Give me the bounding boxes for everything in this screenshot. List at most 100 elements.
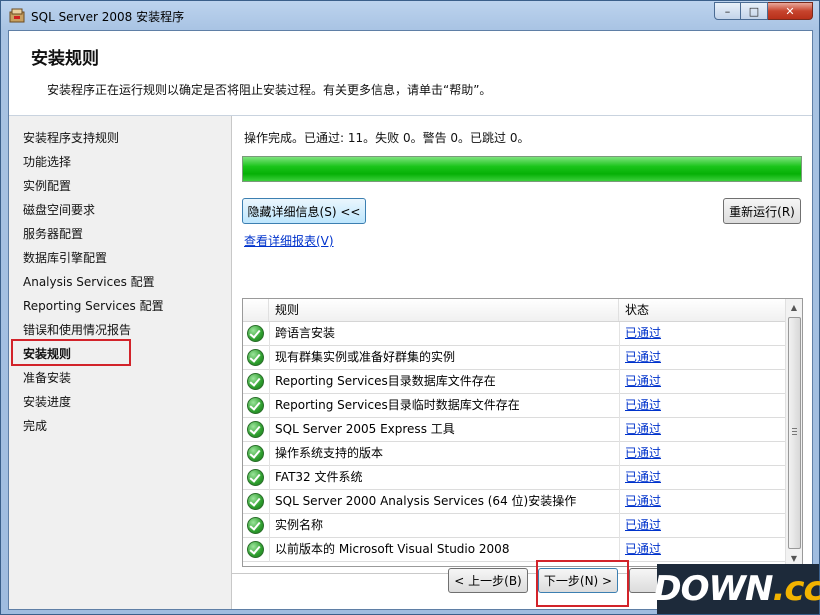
close-icon: ✕ (785, 4, 795, 18)
passed-check-icon (247, 493, 264, 510)
passed-check-icon (247, 445, 264, 462)
rule-name: SQL Server 2005 Express 工具 (275, 422, 455, 436)
rule-status-link[interactable]: 已通过 (625, 418, 661, 441)
cell-divider (619, 418, 620, 442)
rule-status-link[interactable]: 已通过 (625, 514, 661, 537)
rule-name: 实例名称 (275, 518, 324, 532)
watermark-accent: .cc (772, 569, 820, 609)
icon-column-header[interactable] (243, 299, 269, 321)
scroll-up-icon[interactable]: ▲ (786, 299, 802, 315)
cell-divider (269, 418, 270, 442)
sidebar-item-install-progress[interactable]: 安装进度 (23, 392, 71, 412)
passed-check-icon (247, 325, 264, 342)
hide-details-button[interactable]: 隐藏详细信息(S) << (242, 198, 366, 224)
sidebar-item-disk-space[interactable]: 磁盘空间要求 (23, 200, 95, 220)
cell-divider (269, 466, 270, 490)
back-button[interactable]: < 上一步(B) (448, 568, 528, 593)
column-header-status[interactable]: 状态 (619, 299, 786, 321)
page-title: 安装规则 (31, 49, 99, 69)
cell-divider (269, 370, 270, 394)
sidebar-item-analysis-services[interactable]: Analysis Services 配置 (23, 272, 155, 292)
operation-status: 操作完成。已通过: 11。失败 0。警告 0。已跳过 0。 (244, 131, 530, 145)
next-button-highlight (536, 560, 629, 607)
table-row[interactable]: SQL Server 2005 Express 工具 已通过 (243, 418, 786, 442)
rule-name: 跨语言安装 (275, 326, 336, 340)
minimize-icon: – (724, 4, 731, 18)
passed-check-icon (247, 517, 264, 534)
passed-check-icon (247, 469, 264, 486)
rule-name: 操作系统支持的版本 (275, 446, 384, 460)
cell-divider (269, 514, 270, 538)
close-button[interactable]: ✕ (768, 2, 813, 20)
cell-divider (619, 394, 620, 418)
rule-status-link[interactable]: 已通过 (625, 394, 661, 417)
table-row[interactable]: Reporting Services目录数据库文件存在 已通过 (243, 370, 786, 394)
page-description: 安装程序正在运行规则以确定是否将阻止安装过程。有关更多信息，请单击“帮助”。 (47, 83, 492, 97)
watermark-main: DOWN (653, 569, 773, 609)
maximize-button[interactable]: □ (741, 2, 768, 20)
sidebar-item-ready-to-install[interactable]: 准备安装 (23, 368, 71, 388)
installer-window: SQL Server 2008 安装程序 – □ ✕ 安装规则 安装程序正在运行… (0, 0, 820, 615)
sql-server-setup-icon (9, 8, 25, 23)
rule-status-link[interactable]: 已通过 (625, 538, 661, 561)
rule-status-link[interactable]: 已通过 (625, 490, 661, 513)
cell-divider (269, 490, 270, 514)
table-row[interactable]: 现有群集实例或准备好群集的实例 已通过 (243, 346, 786, 370)
table-row[interactable]: 以前版本的 Microsoft Visual Studio 2008 已通过 (243, 538, 786, 562)
table-row[interactable]: 实例名称 已通过 (243, 514, 786, 538)
rule-status-link[interactable]: 已通过 (625, 322, 661, 345)
rule-status-link[interactable]: 已通过 (625, 466, 661, 489)
vertical-scrollbar[interactable]: ▲ ▼ (785, 299, 802, 566)
table-row[interactable]: 跨语言安装 已通过 (243, 322, 786, 346)
active-step-highlight (11, 339, 131, 366)
passed-check-icon (247, 421, 264, 438)
table-row[interactable]: SQL Server 2000 Analysis Services (64 位)… (243, 490, 786, 514)
rerun-button[interactable]: 重新运行(R) (723, 198, 801, 224)
sidebar-item-instance-configuration[interactable]: 实例配置 (23, 176, 71, 196)
table-row[interactable]: FAT32 文件系统 已通过 (243, 466, 786, 490)
minimize-button[interactable]: – (714, 2, 741, 20)
passed-check-icon (247, 349, 264, 366)
scroll-thumb[interactable] (788, 317, 801, 549)
rule-name: 现有群集实例或准备好群集的实例 (275, 350, 456, 364)
sidebar-item-setup-support-rules[interactable]: 安装程序支持规则 (23, 128, 119, 148)
title-bar[interactable]: SQL Server 2008 安装程序 – □ ✕ (1, 1, 819, 29)
sidebar-item-feature-selection[interactable]: 功能选择 (23, 152, 71, 172)
cell-divider (269, 442, 270, 466)
passed-check-icon (247, 397, 264, 414)
caption-buttons: – □ ✕ (714, 2, 813, 21)
sidebar-item-reporting-services[interactable]: Reporting Services 配置 (23, 296, 164, 316)
rule-status-link[interactable]: 已通过 (625, 346, 661, 369)
main-panel: 操作完成。已通过: 11。失败 0。警告 0。已跳过 0。 隐藏详细信息(S) … (232, 116, 812, 609)
page-body: 安装程序支持规则 功能选择 实例配置 磁盘空间要求 服务器配置 数据库引擎配置 … (9, 116, 812, 609)
sidebar-item-server-configuration[interactable]: 服务器配置 (23, 224, 83, 244)
progress-fill (243, 157, 801, 181)
rule-name: 以前版本的 Microsoft Visual Studio 2008 (275, 542, 510, 556)
progress-bar (242, 156, 802, 182)
cell-divider (619, 466, 620, 490)
rule-name: SQL Server 2000 Analysis Services (64 位)… (275, 494, 577, 508)
sidebar-item-error-reporting[interactable]: 错误和使用情况报告 (23, 320, 131, 340)
table-row[interactable]: Reporting Services目录临时数据库文件存在 已通过 (243, 394, 786, 418)
passed-check-icon (247, 541, 264, 558)
rule-status-link[interactable]: 已通过 (625, 442, 661, 465)
page-header: 安装规则 安装程序正在运行规则以确定是否将阻止安装过程。有关更多信息，请单击“帮… (9, 31, 812, 116)
watermark-logo: DOWN.cc (653, 564, 820, 614)
view-detailed-report-link[interactable]: 查看详细报表(V) (244, 232, 334, 249)
table-row[interactable]: 操作系统支持的版本 已通过 (243, 442, 786, 466)
sidebar-item-complete[interactable]: 完成 (23, 416, 47, 436)
watermark-text: DOWN.cc (653, 569, 820, 609)
cell-divider (619, 346, 620, 370)
passed-check-icon (247, 373, 264, 390)
cell-divider (269, 322, 270, 346)
sidebar: 安装程序支持规则 功能选择 实例配置 磁盘空间要求 服务器配置 数据库引擎配置 … (9, 116, 231, 609)
cell-divider (619, 514, 620, 538)
column-header-rule[interactable]: 规则 (269, 299, 619, 321)
rule-status-link[interactable]: 已通过 (625, 370, 661, 393)
window-title: SQL Server 2008 安装程序 (31, 10, 185, 24)
cell-divider (269, 346, 270, 370)
grip-icon (792, 428, 797, 435)
table-header: 规则 状态 (243, 299, 786, 322)
sidebar-item-database-engine[interactable]: 数据库引擎配置 (23, 248, 107, 268)
cell-divider (619, 538, 620, 562)
